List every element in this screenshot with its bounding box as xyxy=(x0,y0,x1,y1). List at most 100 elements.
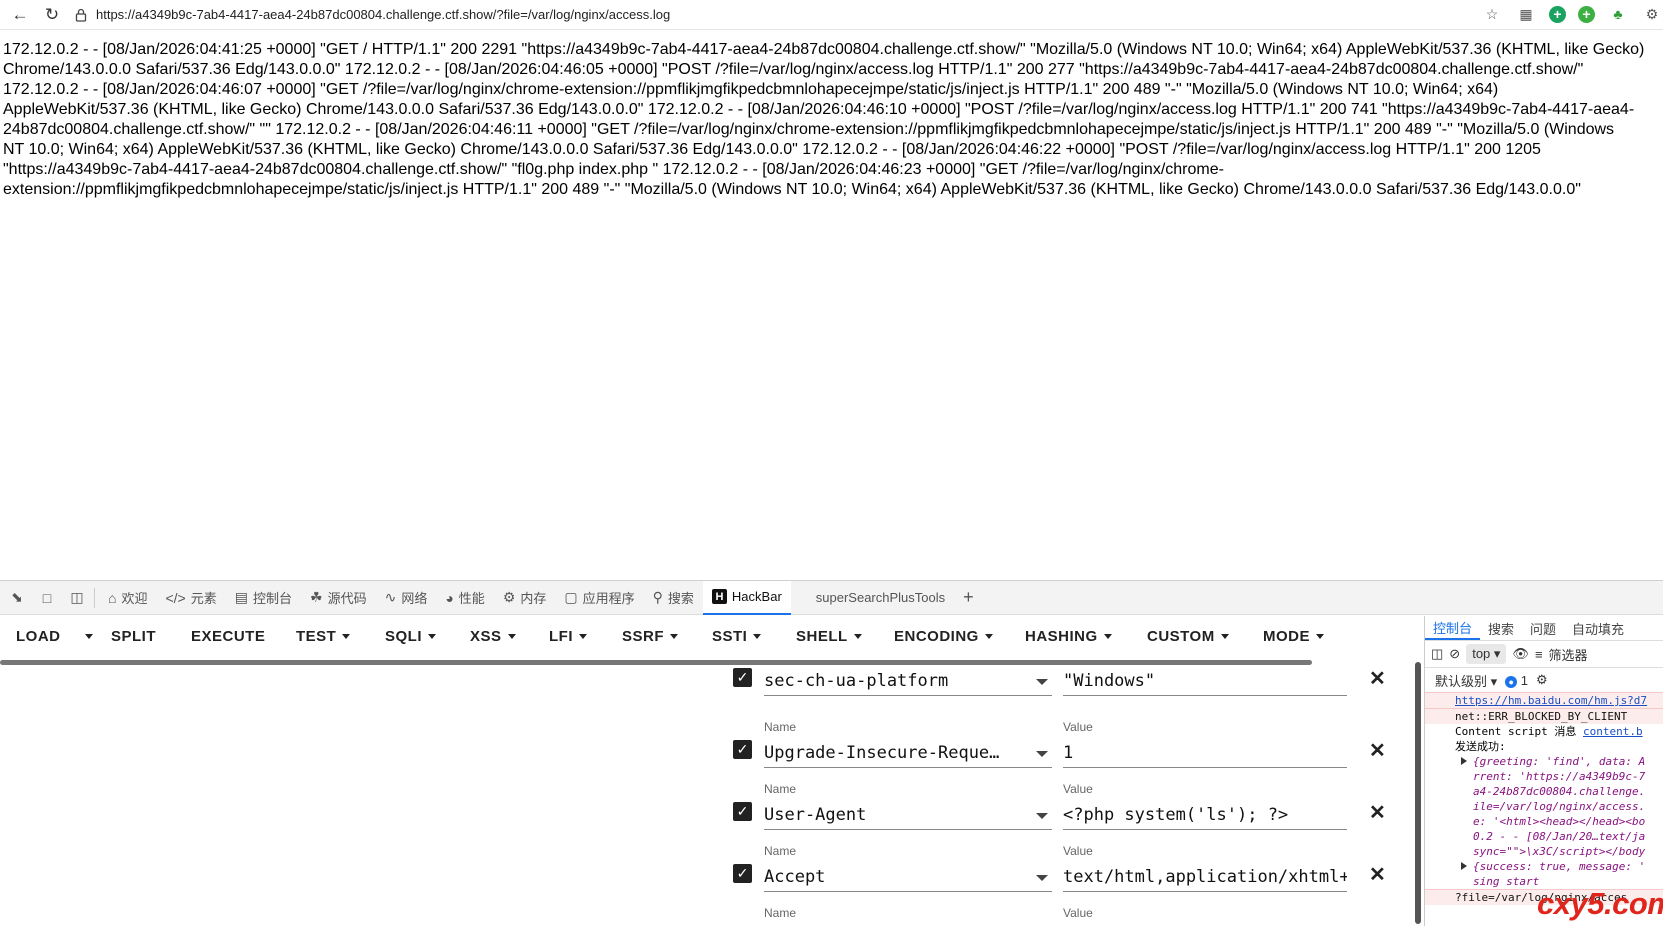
log-level-select[interactable]: 默认级别 ▾ xyxy=(1435,671,1497,690)
reading-view-icon[interactable]: ▦ xyxy=(1515,3,1537,25)
issues-counter[interactable]: ● 1 xyxy=(1505,673,1528,688)
menu-label: MODE xyxy=(1263,627,1310,645)
dock-icon[interactable]: ◫ xyxy=(64,585,90,611)
menu-custom[interactable]: CUSTOM xyxy=(1147,628,1229,645)
header-name-select[interactable]: Upgrade-Insecure-Reque… xyxy=(764,738,1052,768)
filter-input[interactable]: 筛选器 xyxy=(1549,645,1588,664)
close-icon[interactable]: ✕ xyxy=(1369,738,1386,763)
divider xyxy=(94,587,95,608)
console-settings-icon[interactable]: ⚙ xyxy=(1536,672,1548,688)
add-tab-button[interactable]: + xyxy=(954,581,983,615)
console-text: Content script 消息 xyxy=(1455,725,1583,738)
name-label: Name xyxy=(764,782,797,796)
devtools-panel: ⬊ □ ◫ ⌂ 欢迎 </> 元素 ▤ 控制台 ☘ 源代码 ∿ 网络 ◕ 性能 ⚙ 内存 ▢ 应用程序 ⚲ 搜索 … xyxy=(0,580,1663,926)
header-value-input[interactable]: "Windows" xyxy=(1063,666,1347,696)
console-line: sync="">\x3C/script></body xyxy=(1425,844,1663,859)
tab-code[interactable]: </> 元素 xyxy=(156,581,225,615)
address-bar: ← ↻ https://a4349b9c-7ab4-4417-aea4-24b8… xyxy=(0,0,1663,30)
value-label: Value xyxy=(1063,906,1093,920)
header-row: ✓ Name Value Accept text/html,application/xh… xyxy=(728,844,1398,906)
menu-encoding[interactable]: ENCODING xyxy=(894,628,993,645)
expand-triangle-icon[interactable] xyxy=(1461,757,1467,765)
context-select[interactable]: top ▾ xyxy=(1466,644,1507,664)
tab-label: 应用程序 xyxy=(582,591,635,606)
header-enabled-checkbox[interactable]: ✓ xyxy=(733,740,752,759)
clear-console-icon[interactable]: ⊘ xyxy=(1449,646,1460,662)
console-tab[interactable]: 自动填充 xyxy=(1564,616,1632,640)
header-name-select[interactable]: Accept xyxy=(764,862,1052,892)
header-name-select[interactable]: User-Agent xyxy=(764,800,1052,830)
tab-search[interactable]: ⚲ 搜索 xyxy=(644,581,703,615)
tab-chip[interactable]: ⚙ 内存 xyxy=(494,581,556,615)
hackbar-scrollbar-v[interactable] xyxy=(1415,662,1421,924)
console-text: sync="">\x3C/script></body xyxy=(1473,845,1646,858)
tab-gauge[interactable]: ◕ 性能 xyxy=(436,581,493,615)
console-text: rrent: 'https://a4349b9c-7 xyxy=(1473,770,1646,783)
menu-ssti[interactable]: SSTI xyxy=(712,628,762,645)
chevron-down-icon xyxy=(1036,813,1048,819)
tab-wifi[interactable]: ∿ 网络 xyxy=(376,581,437,615)
extension-plus-icon[interactable]: + xyxy=(1549,5,1566,23)
console-object[interactable]: {greeting: 'find', data: A xyxy=(1473,755,1645,768)
console-line: Content script 消息 content.b xyxy=(1425,724,1663,739)
header-enabled-checkbox[interactable]: ✓ xyxy=(733,864,752,883)
menu-split[interactable]: SPLIT xyxy=(111,628,156,645)
console-link[interactable]: content.b xyxy=(1583,725,1643,738)
header-value-input[interactable]: <?php system('ls'); ?> xyxy=(1063,800,1347,830)
log-content: 172.12.0.2 - - [08/Jan/2026:04:41:25 +00… xyxy=(3,40,1663,200)
header-value-input[interactable]: text/html,application/xhtml+ xyxy=(1063,862,1347,892)
tab-label: 搜索 xyxy=(667,591,694,606)
device-toolbar-icon[interactable]: □ xyxy=(34,585,60,611)
tab-hackbar[interactable]: H HackBar xyxy=(702,580,791,615)
menu-xss[interactable]: XSS xyxy=(470,628,516,645)
refresh-icon[interactable]: ↻ xyxy=(40,3,64,27)
clover-icon[interactable]: ♣ xyxy=(1607,3,1629,25)
tab-home[interactable]: ⌂ 欢迎 xyxy=(99,581,156,615)
url-field[interactable]: https://a4349b9c-7ab4-4417-aea4-24b87dc0… xyxy=(74,2,1414,28)
close-icon[interactable]: ✕ xyxy=(1369,862,1386,887)
menu-label: SQLI xyxy=(385,627,423,645)
menu-sqli[interactable]: SQLI xyxy=(385,627,437,645)
console-tab[interactable]: 控制台 xyxy=(1425,616,1481,640)
tab-app[interactable]: ▢ 应用程序 xyxy=(555,581,643,615)
menu-lfi[interactable]: LFI xyxy=(549,628,587,645)
console-tab[interactable]: 搜索 xyxy=(1480,616,1522,640)
menu-mode[interactable]: MODE xyxy=(1263,628,1324,645)
menu-ssrf[interactable]: SSRF xyxy=(622,628,679,645)
home-icon: ⌂ xyxy=(108,589,117,606)
menu-shell[interactable]: SHELL xyxy=(796,628,862,645)
header-name-select[interactable]: sec-ch-ua-platform xyxy=(764,666,1052,696)
console-toolbar: ◫ ⊘ top ▾ 👁 ≡ 筛选器 xyxy=(1425,640,1663,668)
console-text: 0.2 - - [08/Jan/20…text/ja xyxy=(1473,830,1646,843)
tab-supersearch[interactable]: superSearchPlusTools xyxy=(807,581,954,615)
console-object[interactable]: {success: true, message: ' xyxy=(1473,860,1645,873)
header-value-input[interactable]: 1 xyxy=(1063,738,1347,768)
site-info-icon[interactable] xyxy=(74,8,88,22)
inspect-icon[interactable]: ⬊ xyxy=(4,585,30,611)
header-enabled-checkbox[interactable]: ✓ xyxy=(733,668,752,687)
menu-hashing[interactable]: HASHING xyxy=(1025,628,1112,645)
console-tab[interactable]: 问题 xyxy=(1522,616,1564,640)
expand-triangle-icon[interactable] xyxy=(1461,862,1467,870)
value-label: Value xyxy=(1063,720,1093,734)
hackbar-scrollbar-h[interactable] xyxy=(0,660,1312,665)
close-icon[interactable]: ✕ xyxy=(1369,800,1386,825)
star-icon[interactable]: ☆ xyxy=(1481,3,1503,25)
log-line: AppleWebKit/537.36 (KHTML, like Gecko) C… xyxy=(3,101,1635,118)
header-enabled-checkbox[interactable]: ✓ xyxy=(733,802,752,821)
live-expression-icon[interactable]: 👁 xyxy=(1512,646,1529,662)
close-icon[interactable]: ✕ xyxy=(1369,666,1386,691)
menu-test[interactable]: TEST xyxy=(296,628,351,645)
menu-load[interactable]: LOAD xyxy=(16,628,93,645)
back-icon[interactable]: ← xyxy=(8,3,32,27)
wifi-icon: ∿ xyxy=(384,589,397,605)
header-row: Name Value xyxy=(728,906,1398,926)
extension-plus-green-icon[interactable]: + xyxy=(1578,5,1595,23)
menu-execute[interactable]: EXECUTE xyxy=(191,628,265,645)
chip-icon: ⚙ xyxy=(502,589,516,605)
console-link[interactable]: https://hm.baidu.com/hm.js?d7 xyxy=(1455,694,1647,707)
sidebar-toggle-icon[interactable]: ◫ xyxy=(1431,646,1443,662)
tab-bug[interactable]: ☘ 源代码 xyxy=(301,581,376,615)
extension-icon[interactable]: ⚙ xyxy=(1641,3,1663,25)
tab-console[interactable]: ▤ 控制台 xyxy=(226,581,301,615)
